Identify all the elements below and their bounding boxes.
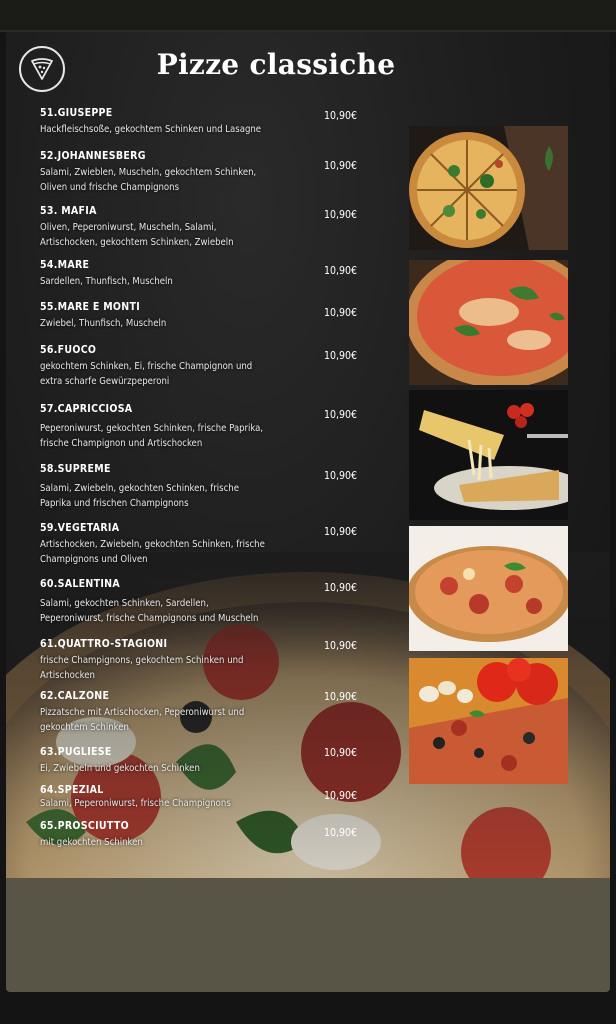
pizza-photo-3 [409, 390, 568, 520]
menu-item-price: 10,90€ [324, 691, 358, 703]
menu-item: 52.JOHANNESBERG Salami, Zwieblen, Musche… [40, 150, 272, 195]
menu-item-description: Hackfleischsoße, gekochtem Schinken und … [40, 124, 262, 135]
menu-title: Pizze classiche [156, 48, 396, 81]
menu-item: 57.CAPRICCIOSA Peperoniwurst, gekochten … [40, 403, 280, 451]
menu-item-price: 10,90€ [324, 307, 358, 319]
menu-item-name: 60.SALENTINA [40, 578, 121, 590]
menu-item-description: Salami, gekochten Schinken, Sardellen, P… [40, 598, 259, 624]
menu-item-name: 62.CALZONE [40, 690, 110, 702]
menu-item-name: 58.SUPREME [40, 463, 111, 475]
menu-item-price: 10,90€ [324, 526, 358, 538]
menu-page: Pizze classiche 51.GIUSEPPE Hackfleischs… [6, 32, 610, 878]
menu-item-price: 10,90€ [324, 827, 358, 839]
menu-item-price: 10,90€ [324, 747, 358, 759]
menu-item-name: 61.QUATTRO-STAGIONI [40, 638, 168, 650]
menu-item-description: frische Champignons, gekochtem Schinken … [40, 655, 244, 681]
menu-item-name: 57.CAPRICCIOSA [40, 403, 133, 415]
menu-item-name: 53. MAFIA [40, 205, 97, 217]
pizza-photo-5 [409, 658, 568, 784]
pizza-photo-1 [409, 126, 568, 250]
menu-item-description: Pizzatsche mit Artischocken, Peperoniwur… [40, 707, 245, 733]
menu-item-price: 10,90€ [324, 110, 358, 122]
menu-item-description: gekochtem Schinken, Ei, frische Champign… [40, 361, 253, 387]
menu-item: 53. MAFIA Oliven, Peperoniwurst, Muschel… [40, 205, 250, 250]
menu-item: 61.QUATTRO-STAGIONI frische Champignons,… [40, 638, 255, 683]
pizza-photo-4 [409, 526, 568, 651]
menu-item-description: Peperoniwurst, gekochten Schinken, frisc… [40, 423, 264, 449]
menu-item: 60.SALENTINA Salami, gekochten Schinken,… [40, 578, 272, 626]
menu-item-price: 10,90€ [324, 409, 358, 421]
menu-item-price: 10,90€ [324, 160, 358, 172]
menu-item-description: Ei, Zwiebeln und gekochten Schinken [40, 763, 200, 774]
menu-item: 58.SUPREME Salami, Zwiebeln, gekochten S… [40, 463, 255, 511]
menu-item-price: 10,90€ [324, 582, 358, 594]
menu-item-price: 10,90€ [324, 265, 358, 277]
menu-item-price: 10,90€ [324, 350, 358, 362]
menu-card: Pizze classiche 51.GIUSEPPE Hackfleischs… [6, 32, 610, 992]
menu-item-name: 59.VEGETARIA [40, 522, 120, 534]
pizza-photo-2 [409, 260, 568, 385]
menu-item-price: 10,90€ [324, 470, 358, 482]
menu-item-name: 56.FUOCO [40, 344, 97, 356]
menu-item: 62.CALZONE Pizzatsche mit Artischocken, … [40, 690, 260, 735]
menu-item-price: 10,90€ [324, 209, 358, 221]
menu-item-description: Salami, Zwieblen, Muscheln, gekochtem Sc… [40, 167, 257, 193]
menu-item: 59.VEGETARIA Artischocken, Zwiebeln, gek… [40, 522, 280, 567]
menu-item-description: Salami, Zwiebeln, gekochten Schinken, fr… [40, 483, 239, 509]
menu-item-name: 52.JOHANNESBERG [40, 150, 146, 162]
menu-item: 56.FUOCO gekochtem Schinken, Ei, frische… [40, 344, 270, 389]
menu-item-price: 10,90€ [324, 790, 358, 802]
menu-item-description: Oliven, Peperoniwurst, Muscheln, Salami,… [40, 222, 234, 248]
menu-item-description: Artischocken, Zwiebeln, gekochten Schink… [40, 539, 265, 565]
menu-item-price: 10,90€ [324, 640, 358, 652]
top-bar [0, 0, 616, 32]
